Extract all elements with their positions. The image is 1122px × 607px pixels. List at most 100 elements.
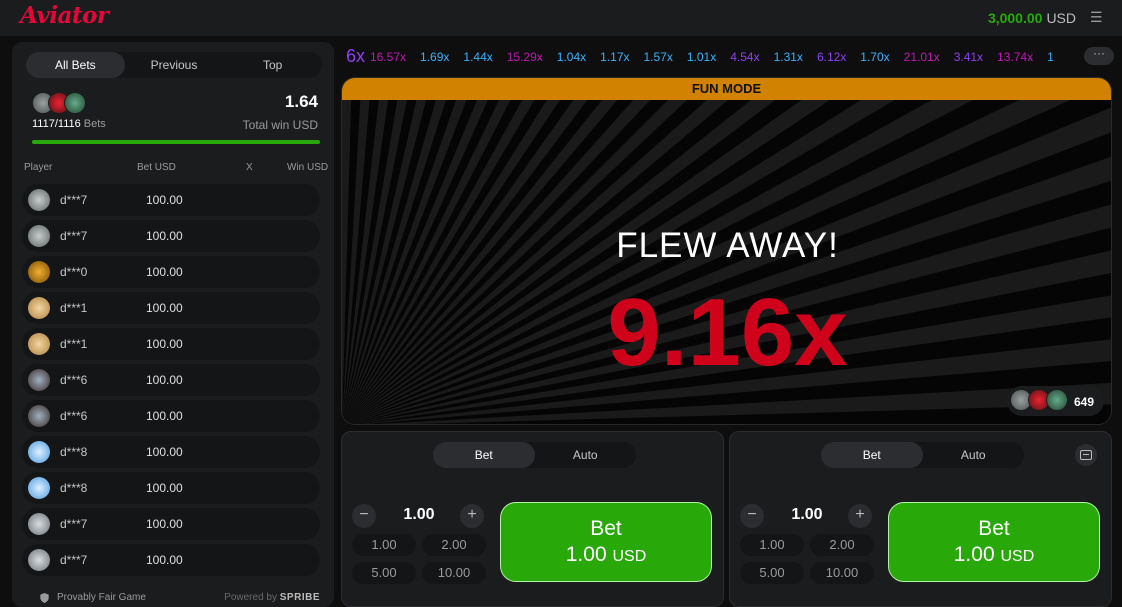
table-row: d***1 100.00 [22,328,320,360]
bet-mode-tabs: Bet Auto [821,442,1024,468]
bets-count: 1117/1116 Bets [32,118,106,130]
face-avatar [28,333,50,355]
bet-button-amount: 1.00 [565,543,607,566]
tab-bet[interactable]: Bet [433,442,535,468]
amount-input[interactable]: 1.00 [770,506,844,524]
history-item: 6x [346,46,366,66]
amount-stepper: − 1.00 + [740,502,874,530]
shield-icon [40,593,49,603]
plane-avatar [28,225,50,247]
player-name: d***8 [60,445,88,459]
bet-amount: 100.00 [146,229,183,243]
increase-button[interactable]: + [848,504,872,528]
decrease-button[interactable]: − [352,504,376,528]
plane-avatar [28,189,50,211]
table-row: d***6 100.00 [22,364,320,396]
history-item[interactable]: 1.04x [557,50,586,64]
bet-panel-2: Bet Auto − 1.00 + 1.00 2.00 5.00 10.00 B… [729,431,1112,607]
summary-avatars [32,92,102,114]
total-win-value: 1.64 [284,92,318,111]
player-name: d***7 [60,553,88,567]
player-name: d***1 [60,301,88,315]
quick-amount-button[interactable]: 1.00 [740,534,804,556]
quick-amount-button[interactable]: 2.00 [810,534,874,556]
quick-amount-button[interactable]: 5.00 [352,562,416,584]
tab-all-bets[interactable]: All Bets [26,52,125,78]
history-item[interactable]: 13.74x [997,50,1033,64]
hamburger-menu-icon[interactable]: ☰ [1090,10,1103,24]
quick-amount-button[interactable]: 10.00 [422,562,486,584]
bets-count-value: 1117/1116 [32,118,81,130]
bet-button-amount: 1.00 [953,543,995,566]
history-item[interactable]: 1.31x [774,50,803,64]
avatar [1046,389,1068,411]
col-win: Win USD [287,162,329,173]
quick-amount-button[interactable]: 1.00 [352,534,416,556]
place-bet-button[interactable]: Bet 1.00 USD [888,502,1100,582]
powered-by-label: Powered by [224,592,277,603]
crash-multiplier: 9.16x [607,279,848,386]
face-avatar [28,297,50,319]
provably-fair-link[interactable]: Provably Fair Game [57,592,146,603]
remove-panel-icon[interactable] [1075,444,1097,466]
history-item[interactable]: 4.54x [730,50,759,64]
history-item[interactable]: 1.44x [463,50,492,64]
col-bet: Bet USD [137,162,176,173]
quick-amount-button[interactable]: 10.00 [810,562,874,584]
bets-count-label: Bets [83,118,106,130]
player-name: d***1 [60,337,88,351]
player-name: d***8 [60,481,88,495]
tab-auto[interactable]: Auto [923,442,1025,468]
history-item[interactable]: 1.17x [600,50,629,64]
bet-button-label: Bet [590,517,622,540]
place-bet-button[interactable]: Bet 1.00 USD [500,502,712,582]
gold-avatar [28,261,50,283]
quick-amount-button[interactable]: 2.00 [422,534,486,556]
table-row: d***7 100.00 [22,184,320,216]
bets-summary: 1117/1116 Bets 1.64 Total win USD [26,88,322,148]
history-item[interactable]: 16.57x [370,50,406,64]
spribe-brand: SPRIBE [279,592,320,603]
history-item[interactable]: 1 [1047,50,1054,64]
history-item[interactable]: 1.69x [420,50,449,64]
table-row: d***7 100.00 [22,220,320,252]
tab-previous[interactable]: Previous [125,52,224,78]
grey-jet-avatar [28,513,50,535]
player-name: d***7 [60,517,88,531]
history-item[interactable]: 1.70x [860,50,889,64]
tab-top[interactable]: Top [223,52,322,78]
history-item[interactable]: 1.01x [687,50,716,64]
history-item[interactable]: 15.29x [507,50,543,64]
bet-amount: 100.00 [146,409,183,423]
history-item[interactable]: 3.41x [954,50,983,64]
progress-fill [32,140,320,144]
blue-plane-avatar [28,477,50,499]
online-players-badge[interactable]: 649 [1007,386,1104,416]
table-row: d***7 100.00 [22,508,320,540]
bet-button-label: Bet [978,517,1010,540]
bet-button-currency: USD [1000,548,1035,565]
tab-auto[interactable]: Auto [535,442,637,468]
bet-button-amount-line: 1.00 USD [501,543,711,567]
bets-panel: All Bets Previous Top 1117/1116 Bets 1.64… [12,42,334,607]
quick-amounts: 1.00 2.00 5.00 10.00 [740,534,874,584]
aviator-logo[interactable]: Aviator [20,2,109,29]
jet-avatar [28,405,50,427]
bet-amount: 100.00 [146,193,183,207]
quick-amount-button[interactable]: 5.00 [740,562,804,584]
amount-input[interactable]: 1.00 [382,506,456,524]
balance-display: 3,000.00 USD [988,10,1076,26]
history-item[interactable]: 21.01x [904,50,940,64]
history-item[interactable]: 6.12x [817,50,846,64]
history-item[interactable]: 1.57x [644,50,673,64]
tab-bet[interactable]: Bet [821,442,923,468]
increase-button[interactable]: + [460,504,484,528]
quick-amounts: 1.00 2.00 5.00 10.00 [352,534,486,584]
table-row: d***0 100.00 [22,256,320,288]
table-row: d***8 100.00 [22,436,320,468]
flew-away-text: FLEW AWAY! [616,226,839,265]
player-name: d***0 [60,265,88,279]
history-more-button[interactable]: ··· [1084,47,1114,65]
decrease-button[interactable]: − [740,504,764,528]
bet-amount: 100.00 [146,373,183,387]
